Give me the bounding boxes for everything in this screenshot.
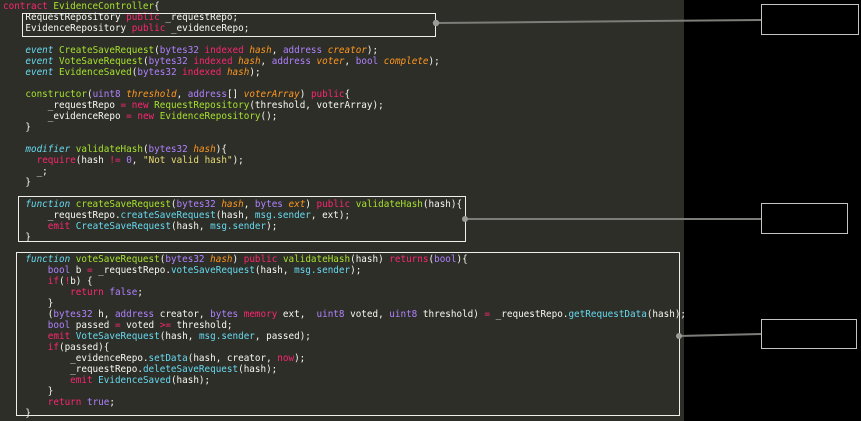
code-token: !=	[109, 155, 121, 166]
code-token: EvidenceRepository	[159, 111, 261, 122]
code-line[interactable]: _evidenceRepo = new EvidenceRepository()…	[3, 111, 686, 122]
code-token: new	[131, 100, 149, 111]
code-line[interactable]: }	[3, 122, 686, 133]
code-token: _;	[3, 166, 48, 177]
code-token: event	[25, 45, 59, 56]
code-token: _requestRepo	[3, 100, 121, 111]
code-line[interactable]: require(hash != 0, "Not valid hash");	[3, 155, 686, 166]
code-line[interactable]	[3, 78, 686, 89]
highlight-box-state-variables	[22, 13, 436, 37]
code-line[interactable]: _;	[3, 166, 686, 177]
code-line[interactable]: constructor(uint8 threshold, address[] v…	[3, 89, 686, 100]
code-token: hash	[226, 67, 250, 78]
code-token: );	[232, 155, 244, 166]
highlight-box-vote-save-request	[16, 252, 680, 416]
code-token: voterArray	[243, 89, 300, 100]
code-token: new	[137, 111, 155, 122]
annotation-box-1	[761, 4, 859, 35]
code-token: VoteSaveRequest	[58, 56, 143, 67]
code-token: address	[271, 56, 311, 67]
code-token: {	[344, 89, 351, 100]
code-token: )	[299, 89, 311, 100]
annotation-box-2	[761, 203, 848, 234]
code-token: CreateSaveRequest	[58, 45, 155, 56]
code-token: threshold	[126, 89, 177, 100]
code-token: address	[282, 45, 323, 56]
code-token: address	[187, 89, 227, 100]
code-token: indexed	[193, 56, 233, 67]
code-line[interactable]: event CreateSaveRequest(bytes32 indexed …	[3, 45, 686, 56]
code-token: ,	[344, 56, 356, 67]
code-token: (hash	[75, 155, 110, 166]
code-token: ,	[131, 155, 143, 166]
code-token: complete	[383, 56, 429, 67]
code-token: ,	[176, 89, 188, 100]
screenshot-root: contract EvidenceController{ RequestRepo…	[0, 0, 861, 421]
code-token: ,	[260, 56, 272, 67]
code-line[interactable]	[3, 133, 686, 144]
code-token: creator	[327, 45, 367, 56]
code-token: }	[3, 177, 31, 188]
code-token: event	[25, 56, 59, 67]
code-token: );	[249, 67, 261, 78]
code-token: contract	[3, 1, 54, 12]
code-token: uint8	[92, 89, 121, 100]
code-token: event	[25, 67, 59, 78]
code-token: );	[366, 45, 379, 56]
code-token: );	[428, 56, 440, 67]
code-token: bytes32	[137, 67, 177, 78]
code-token: RequestRepository	[154, 100, 250, 111]
code-line[interactable]: modifier validateHash(bytes32 hash){	[3, 144, 686, 155]
code-token: indexed	[204, 45, 244, 56]
connector-line-3	[678, 333, 762, 337]
code-line[interactable]: contract EvidenceController{	[3, 1, 686, 12]
code-token: []	[226, 89, 244, 100]
code-token: hash	[249, 45, 272, 56]
code-token: hash	[238, 56, 261, 67]
code-line[interactable]: event VoteSaveRequest(bytes32 indexed ha…	[3, 56, 686, 67]
code-token: bytes32	[148, 144, 188, 155]
annotation-box-3	[761, 319, 857, 349]
code-line[interactable]: }	[3, 177, 686, 188]
code-token: indexed	[182, 67, 222, 78]
code-token: bytes32	[148, 56, 188, 67]
code-token: constructor	[25, 89, 87, 100]
code-line[interactable]: _requestRepo = new RequestRepository(thr…	[3, 100, 686, 111]
code-token: hash	[193, 144, 216, 155]
code-token: ,	[271, 45, 283, 56]
code-token: _evidenceRepo	[3, 111, 127, 122]
code-token: }	[3, 122, 31, 133]
code-token: (threshold, voterArray);	[249, 100, 384, 111]
code-token: voter	[316, 56, 345, 67]
highlight-box-create-save-request	[18, 196, 466, 242]
code-token: bool	[355, 56, 379, 67]
code-token: validateHash	[75, 144, 143, 155]
code-token: require	[36, 155, 76, 166]
code-token: EvidenceSaved	[58, 67, 132, 78]
code-token: public	[310, 89, 345, 100]
code-token: EvidenceController	[53, 1, 155, 12]
code-token: ();	[260, 111, 278, 122]
code-token: ){	[215, 144, 227, 155]
code-token: "Not valid hash"	[143, 155, 233, 166]
code-line[interactable]: event EvidenceSaved(bytes32 indexed hash…	[3, 67, 686, 78]
code-token: {	[154, 1, 160, 12]
code-token: bytes32	[159, 45, 199, 56]
code-token: modifier	[25, 144, 76, 155]
